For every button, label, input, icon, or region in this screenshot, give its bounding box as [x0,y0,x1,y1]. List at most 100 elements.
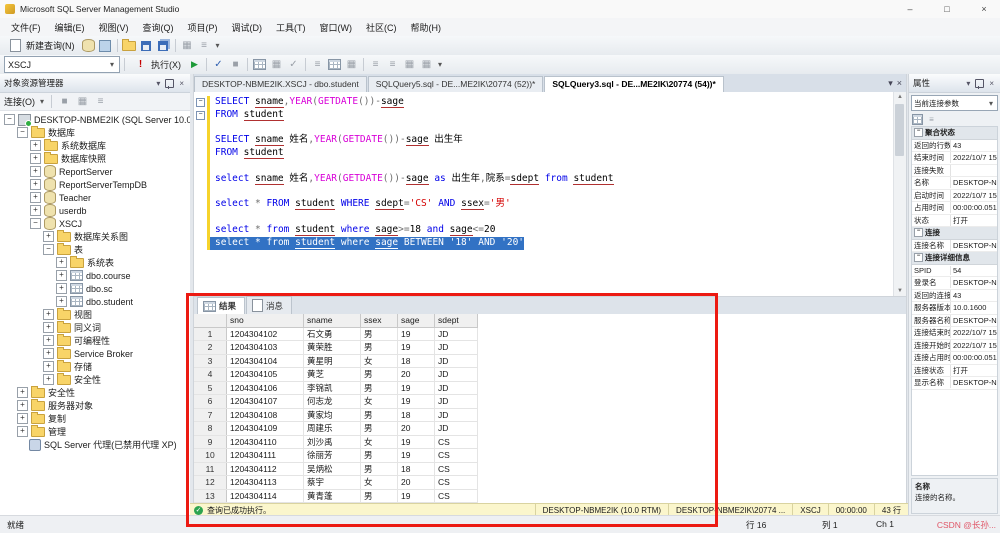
refresh-icon[interactable]: ▦ [75,94,90,109]
grid-cell[interactable]: JD [435,327,478,341]
menu-item[interactable]: 窗口(W) [313,19,360,36]
collapse-box-icon[interactable]: − [43,244,54,255]
grid-cell[interactable]: CS [435,435,478,449]
show-estimated-plan-icon[interactable] [252,57,267,72]
alphabetical-sort-icon[interactable]: ≡ [926,114,937,125]
grid-cell[interactable]: 女 [361,435,398,449]
tree-item[interactable]: +安全性 [0,386,190,399]
grid-cell[interactable]: 男 [361,449,398,463]
property-row[interactable]: 返回的连接行数43 [912,290,997,303]
expand-box-icon[interactable]: + [17,426,28,437]
grid-cell[interactable]: JD [435,395,478,409]
results-to-file-icon[interactable]: ▦ [344,57,359,72]
property-section[interactable]: −聚合状态 [912,127,997,140]
connect-chevron-icon[interactable]: ▾ [38,97,46,106]
property-row[interactable]: 占用时间00:00:00.051 [912,202,997,215]
grid-cell[interactable]: CS [435,489,478,503]
intellisense-icon[interactable]: ✓ [286,57,301,72]
tree-item[interactable]: −表 [0,243,190,256]
menu-item[interactable]: 工具(T) [269,19,313,36]
pin-icon[interactable] [975,79,984,88]
grid-cell[interactable]: CS [435,449,478,463]
grid-column-header[interactable]: sdept [435,314,478,327]
expand-box-icon[interactable]: + [43,322,54,333]
property-row[interactable]: 连接失败 [912,165,997,178]
grid-cell[interactable]: 何志龙 [304,395,361,409]
close-button[interactable]: × [968,1,1000,18]
tree-item[interactable]: +dbo.sc [0,282,190,295]
outline-collapse-box[interactable]: − [196,98,205,107]
tree-item[interactable]: −XSCJ [0,217,190,230]
grid-cell[interactable]: 徐丽芳 [304,449,361,463]
expand-box-icon[interactable]: + [43,309,54,320]
grid-cell[interactable]: 19 [398,327,435,341]
close-document-icon[interactable]: × [897,78,902,88]
grid-cell[interactable]: 男 [361,368,398,382]
chevron-down-icon[interactable]: ▾ [964,79,972,88]
grid-cell[interactable]: 1204304112 [227,462,304,476]
code-line[interactable]: −SELECT sname,YEAR(GETDATE())-sage [194,96,894,109]
close-panel-icon[interactable]: × [177,79,186,88]
tree-item[interactable]: +数据库快照 [0,152,190,165]
tree-item[interactable]: +dbo.student [0,295,190,308]
grid-cell[interactable]: 黄荣胜 [304,341,361,355]
new-query-button[interactable]: 新建查询(N) [4,36,79,55]
expand-box-icon[interactable]: + [43,361,54,372]
grid-cell[interactable]: 黄青蓬 [304,489,361,503]
tree-item[interactable]: +userdb [0,204,190,217]
grid-cell[interactable]: 1204304114 [227,489,304,503]
grid-cell[interactable]: 20 [398,422,435,436]
row-number-cell[interactable]: 8 [194,422,227,436]
tree-item[interactable]: +系统数据库 [0,139,190,152]
grid-cell[interactable]: 男 [361,381,398,395]
expand-box-icon[interactable]: + [56,283,67,294]
row-number-cell[interactable]: 12 [194,476,227,490]
analysis-services-query-icon[interactable] [98,38,113,53]
tab-results[interactable]: 结果 [197,297,245,314]
grid-cell[interactable]: 蔡宇 [304,476,361,490]
tree-item[interactable]: +可编程性 [0,334,190,347]
tree-item[interactable]: −数据库 [0,126,190,139]
row-number-cell[interactable]: 2 [194,341,227,355]
row-number-cell[interactable]: 10 [194,449,227,463]
collapse-box-icon[interactable]: − [17,127,28,138]
query-options-icon[interactable]: ▦ [269,57,284,72]
grid-cell[interactable]: JD [435,341,478,355]
row-number-cell[interactable]: 6 [194,395,227,409]
tree-item[interactable]: +dbo.course [0,269,190,282]
editor-tab[interactable]: SQLQuery3.sql - DE...ME2IK\20774 (54))* [544,76,723,92]
results-to-grid-icon[interactable] [327,57,342,72]
menu-item[interactable]: 编辑(E) [48,19,92,36]
expand-box-icon[interactable]: + [17,387,28,398]
grid-cell[interactable]: 黄星明 [304,354,361,368]
code-line[interactable] [194,186,894,199]
close-panel-icon[interactable]: × [987,79,996,88]
outdent-icon[interactable]: ▦ [419,57,434,72]
code-line[interactable]: −FROM student [194,109,894,122]
row-number-cell[interactable]: 5 [194,381,227,395]
grid-cell[interactable]: 1204304110 [227,435,304,449]
grid-cell[interactable]: 1204304111 [227,449,304,463]
code-line[interactable]: SELECT sname 姓名,YEAR(GETDATE())-sage 出生年 [194,134,894,147]
grid-row[interactable]: 91204304110刘沙禹女19CS [194,435,478,449]
scroll-up-icon[interactable]: ▲ [894,92,906,102]
save-all-icon[interactable] [156,38,171,53]
property-row[interactable]: 连接占用时间00:00:00.051 [912,352,997,365]
grid-row[interactable]: 21204304103黄荣胜男19JD [194,341,478,355]
collapse-box-icon[interactable]: − [914,228,923,237]
grid-cell[interactable]: 1204304109 [227,422,304,436]
row-number-cell[interactable]: 11 [194,462,227,476]
grid-cell[interactable]: 19 [398,435,435,449]
menu-item[interactable]: 帮助(H) [404,19,449,36]
tree-item[interactable]: +Teacher [0,191,190,204]
row-number-cell[interactable]: 7 [194,408,227,422]
grid-cell[interactable]: 刘沙禹 [304,435,361,449]
tree-item[interactable]: +服务器对象 [0,399,190,412]
grid-cell[interactable]: 女 [361,395,398,409]
editor-tab[interactable]: SQLQuery5.sql - DE...ME2IK\20774 (52))* [368,76,544,92]
expand-box-icon[interactable]: + [56,270,67,281]
property-row[interactable]: 连接名称DESKTOP-NBME2IK [912,240,997,253]
maximize-button[interactable]: □ [931,1,963,18]
grid-row[interactable]: 101204304111徐丽芳男19CS [194,449,478,463]
property-row[interactable]: 连接开始时间2022/10/7 15:22:53 [912,340,997,353]
